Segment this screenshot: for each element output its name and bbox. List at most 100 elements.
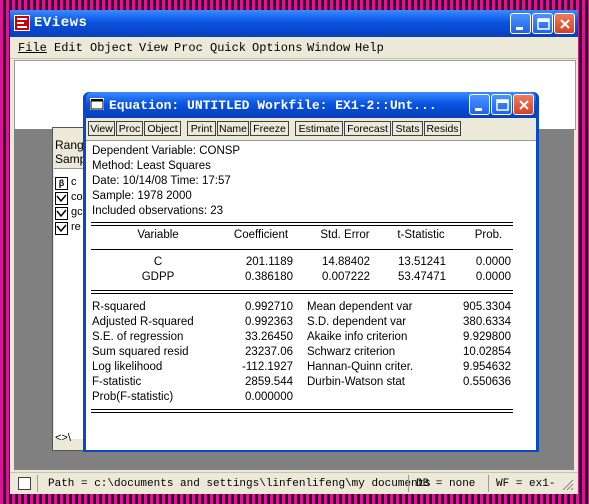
close-button[interactable] <box>554 13 575 34</box>
stat-label: Schwarz criterion <box>307 346 396 358</box>
menu-view[interactable]: View <box>139 41 168 55</box>
menu-edit[interactable]: Edit <box>54 41 83 55</box>
table-rule-top <box>91 222 513 223</box>
menu-options[interactable]: Options <box>252 41 302 55</box>
menu-proc[interactable]: Proc <box>174 41 203 55</box>
stat-label: Durbin-Watson stat <box>307 376 405 388</box>
workfile-object-label: c <box>71 176 77 188</box>
toolbar-print-button[interactable]: Print <box>187 121 216 136</box>
menu-bar: File Edit Object View Proc Quick Options… <box>10 37 578 59</box>
menu-object[interactable]: Object <box>90 41 133 55</box>
stat-label: Prob(F-statistic) <box>92 391 174 403</box>
status-checkbox[interactable] <box>18 477 31 490</box>
maximize-button[interactable] <box>532 13 553 34</box>
row-se: 0.007222 <box>322 271 370 283</box>
header-date-time: Date: 10/14/08 Time: 17:57 <box>92 175 231 187</box>
col-prob: Prob. <box>474 229 503 241</box>
close-icon <box>560 19 570 29</box>
eviews-window: EViews File Edit Object View Proc Quick … <box>10 10 578 494</box>
menu-file-label: File <box>18 41 47 55</box>
workfile-tab-nav[interactable]: <>\ <box>55 432 71 444</box>
header-method: Method: Least Squares <box>92 160 211 172</box>
equation-window-icon <box>90 98 104 110</box>
maximize-icon <box>496 99 509 111</box>
workfile-range-label: Rang <box>55 138 84 152</box>
row-var: C <box>153 256 163 268</box>
equation-toolbar: View Proc Object Print Name Freeze Estim… <box>86 118 536 140</box>
col-t-statistic: t-Statistic <box>397 229 445 241</box>
header-dependent-variable: Dependent Variable: CONSP <box>92 145 241 157</box>
workfile-object-label: co <box>71 191 83 203</box>
workfile-object-label: gc <box>71 206 83 218</box>
stat-value: 0.000000 <box>245 391 293 403</box>
header-sample: Sample: 1978 2000 <box>92 190 192 202</box>
maximize-icon <box>537 18 550 30</box>
stat-label: R-squared <box>92 301 146 313</box>
status-bar: Path = c:\documents and settings\linfenl… <box>10 472 578 494</box>
workfile-sample-label: Samp <box>55 152 87 166</box>
toolbar-estimate-button[interactable]: Estimate <box>295 121 343 136</box>
stat-value: 10.02854 <box>463 346 511 358</box>
status-path: Path = c:\documents and settings\linfenl… <box>48 478 431 490</box>
series-icon <box>55 207 68 220</box>
equation-close-button[interactable] <box>513 94 534 115</box>
equation-window[interactable]: Equation: UNTITLED Workfile: EX1-2::Unt.… <box>83 92 539 452</box>
col-std-error: Std. Error <box>320 229 370 241</box>
status-separator <box>37 475 38 492</box>
col-coefficient: Coefficient <box>233 229 289 241</box>
close-icon <box>519 100 529 110</box>
stat-label: Akaike info criterion <box>307 331 408 343</box>
series-icon <box>55 222 68 235</box>
toolbar-resids-button[interactable]: Resids <box>424 121 461 136</box>
toolbar-object-button[interactable]: Object <box>144 121 181 136</box>
toolbar-forecast-button[interactable]: Forecast <box>344 121 391 136</box>
equation-minimize-button[interactable] <box>469 94 490 115</box>
stat-value: 33.26450 <box>245 331 293 343</box>
stat-value: 9.929800 <box>463 331 511 343</box>
toolbar-freeze-button[interactable]: Freeze <box>250 121 289 136</box>
menu-help[interactable]: Help <box>355 41 384 55</box>
stat-value: 380.6334 <box>463 316 511 328</box>
stat-label: Log likelihood <box>92 361 163 373</box>
table-rule-bottom-2 <box>91 412 513 413</box>
title-bar[interactable]: EViews <box>10 10 578 37</box>
stat-value: 0.992710 <box>245 301 293 313</box>
stat-label: Hannan-Quinn criter. <box>307 361 414 373</box>
toolbar-stats-button[interactable]: Stats <box>392 121 423 136</box>
stat-value: 0.550636 <box>463 376 511 388</box>
table-rule-top-2 <box>91 225 513 226</box>
row-t: 13.51241 <box>398 256 446 268</box>
toolbar-proc-button[interactable]: Proc <box>116 121 143 136</box>
stat-value: 2859.544 <box>245 376 293 388</box>
stat-label: Sum squared resid <box>92 346 189 358</box>
equation-title-bar[interactable]: Equation: UNTITLED Workfile: EX1-2::Unt.… <box>86 92 536 118</box>
minimize-icon <box>475 108 482 111</box>
stat-label: S.E. of regression <box>92 331 184 343</box>
stat-label: Adjusted R-squared <box>92 316 194 328</box>
workfile-object-label: re <box>71 221 81 233</box>
status-separator <box>488 475 489 492</box>
table-rule-stats <box>91 290 513 291</box>
row-var: GDPP <box>141 271 175 283</box>
toolbar-view-button[interactable]: View <box>88 121 115 136</box>
beta-icon: β <box>55 177 68 190</box>
menu-window[interactable]: Window <box>307 41 350 55</box>
app-title: EViews <box>34 15 88 31</box>
minimize-icon <box>516 27 523 30</box>
status-db: DB = none <box>416 478 476 490</box>
col-variable: Variable <box>137 229 179 241</box>
minimize-button[interactable] <box>510 13 531 34</box>
toolbar-name-button[interactable]: Name <box>217 121 249 136</box>
resize-grip-icon[interactable] <box>562 479 574 491</box>
menu-file[interactable]: File <box>18 41 47 55</box>
stat-label: S.D. dependent var <box>307 316 407 328</box>
status-wf: WF = ex1- <box>496 478 556 490</box>
row-coef: 201.1189 <box>245 256 293 268</box>
equation-output: Dependent Variable: CONSP Method: Least … <box>86 140 536 450</box>
stat-value: 23237.06 <box>245 346 293 358</box>
row-se: 14.88402 <box>322 256 370 268</box>
equation-maximize-button[interactable] <box>491 94 512 115</box>
menu-quick[interactable]: Quick <box>210 41 246 55</box>
row-p: 0.0000 <box>475 271 511 283</box>
header-included-observations: Included observations: 23 <box>92 205 224 217</box>
